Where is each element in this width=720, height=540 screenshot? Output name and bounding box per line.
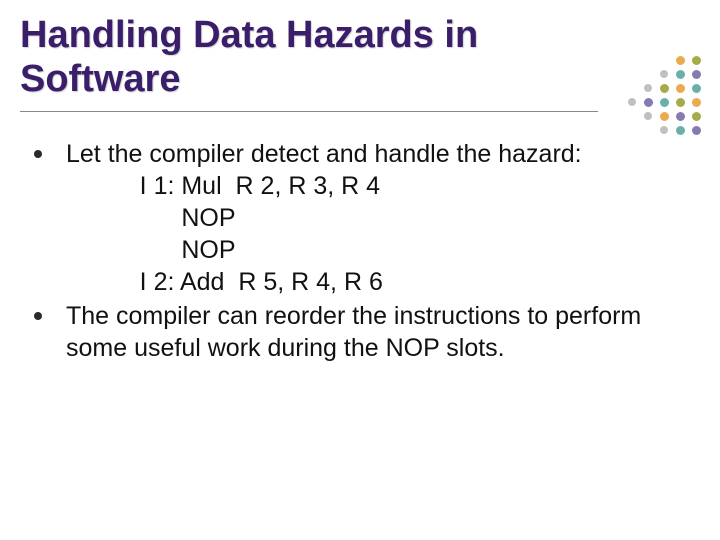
bullet-text: Let the compiler detect and handle the h… bbox=[66, 138, 582, 170]
dot-icon bbox=[676, 84, 685, 93]
dot-icon bbox=[676, 98, 685, 107]
dot-icon bbox=[644, 112, 652, 120]
decorative-dots bbox=[618, 52, 710, 144]
dot-icon bbox=[644, 84, 652, 92]
slide-body: Let the compiler detect and handle the h… bbox=[20, 138, 700, 364]
dot-icon bbox=[676, 112, 685, 121]
dot-icon bbox=[692, 84, 701, 93]
dot-icon bbox=[692, 112, 701, 121]
dot-icon bbox=[660, 70, 668, 78]
bullet-content: Let the compiler detect and handle the h… bbox=[66, 138, 582, 298]
dot-icon bbox=[660, 126, 668, 134]
dot-icon bbox=[628, 98, 636, 106]
bullet-item: Let the compiler detect and handle the h… bbox=[34, 138, 670, 298]
dot-icon bbox=[660, 98, 669, 107]
dot-icon bbox=[692, 126, 701, 135]
slide-title: Handling Data Hazards in Software bbox=[20, 14, 598, 112]
dot-icon bbox=[692, 70, 701, 79]
dot-icon bbox=[660, 112, 669, 121]
dot-icon bbox=[660, 84, 669, 93]
dot-icon bbox=[676, 126, 685, 135]
dot-icon bbox=[676, 70, 685, 79]
bullet-icon bbox=[34, 312, 42, 320]
slide: Handling Data Hazards in Software Let th… bbox=[0, 0, 720, 540]
dot-icon bbox=[692, 56, 701, 65]
bullet-text: The compiler can reorder the instruction… bbox=[66, 300, 670, 364]
dot-icon bbox=[676, 56, 685, 65]
code-block: I 1: Mul R 2, R 3, R 4 NOP NOP I 2: Add … bbox=[98, 170, 582, 298]
dot-icon bbox=[644, 98, 653, 107]
bullet-icon bbox=[34, 150, 42, 158]
dot-icon bbox=[692, 98, 701, 107]
bullet-item: The compiler can reorder the instruction… bbox=[34, 300, 670, 364]
